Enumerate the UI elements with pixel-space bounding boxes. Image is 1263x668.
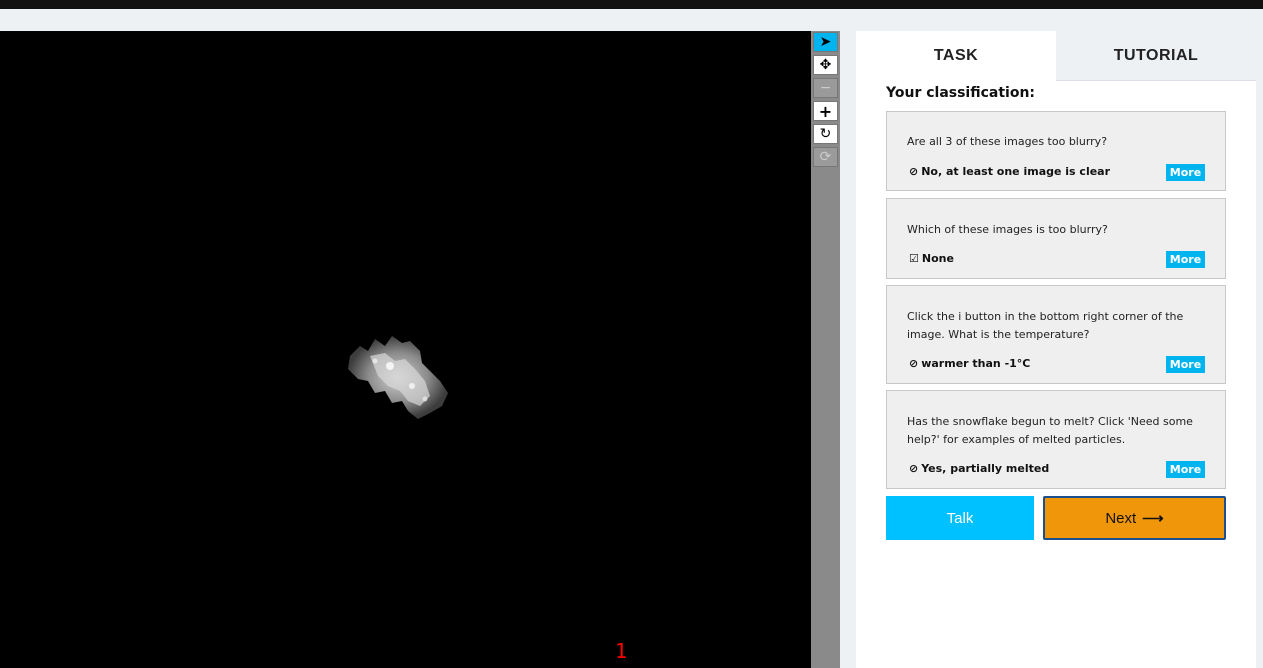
- answer: ⊘ Yes, partially melted: [909, 462, 1049, 475]
- check-square-icon: ☑: [909, 252, 919, 265]
- answer: ⊘ warmer than -1°C: [909, 357, 1030, 370]
- tab-tutorial[interactable]: TUTORIAL: [1056, 31, 1256, 81]
- check-circle-icon: ⊘: [909, 165, 919, 178]
- question-card: Click the i button in the bottom right c…: [886, 285, 1226, 384]
- pointer-icon[interactable]: ➤: [813, 32, 838, 52]
- zoom-in-icon[interactable]: +: [813, 101, 838, 121]
- answer-text: warmer than -1°C: [921, 357, 1031, 370]
- next-button[interactable]: Next ⟶: [1043, 496, 1226, 540]
- question-text: Has the snowflake begun to melt? Click '…: [907, 415, 1193, 446]
- reset-icon[interactable]: ⟳: [813, 147, 838, 167]
- more-button[interactable]: More: [1166, 164, 1205, 181]
- answer-text: Yes, partially melted: [921, 462, 1050, 475]
- move-icon[interactable]: ✥: [813, 55, 838, 75]
- image-viewer[interactable]: 1: [0, 31, 811, 668]
- more-button[interactable]: More: [1166, 461, 1205, 478]
- more-button[interactable]: More: [1166, 356, 1205, 373]
- frame-number: 1: [615, 639, 628, 663]
- talk-button[interactable]: Talk: [886, 496, 1034, 540]
- panel-tabs: TASK TUTORIAL: [856, 31, 1256, 81]
- question-text: Click the i button in the bottom right c…: [907, 310, 1184, 341]
- question-card: Has the snowflake begun to melt? Click '…: [886, 390, 1226, 489]
- top-bar: [0, 9, 1263, 30]
- top-band: [0, 0, 1263, 9]
- zoom-out-icon[interactable]: −: [813, 78, 838, 98]
- question-card: Which of these images is too blurry? ☑ N…: [886, 198, 1226, 279]
- question-card: Are all 3 of these images too blurry? ⊘ …: [886, 111, 1226, 191]
- rotate-icon[interactable]: ↻: [813, 124, 838, 144]
- answer-text: No, at least one image is clear: [921, 165, 1111, 178]
- arrow-right-icon: ⟶: [1142, 510, 1164, 527]
- tab-task[interactable]: TASK: [856, 31, 1056, 81]
- next-label: Next: [1105, 509, 1137, 527]
- question-text: Are all 3 of these images too blurry?: [907, 135, 1108, 148]
- snowflake-image: [348, 336, 448, 419]
- classification-heading: Your classification:: [886, 85, 1036, 101]
- check-circle-icon: ⊘: [909, 462, 919, 475]
- viewer-toolbar: ➤ ✥ − + ↻ ⟳: [811, 31, 840, 668]
- question-text: Which of these images is too blurry?: [907, 223, 1108, 236]
- more-button[interactable]: More: [1166, 251, 1205, 268]
- check-circle-icon: ⊘: [909, 357, 919, 370]
- answer: ⊘ No, at least one image is clear: [909, 165, 1110, 178]
- answer-text: None: [921, 252, 954, 265]
- answer: ☑ None: [909, 252, 954, 265]
- task-panel: TASK TUTORIAL Your classification: Are a…: [856, 31, 1256, 668]
